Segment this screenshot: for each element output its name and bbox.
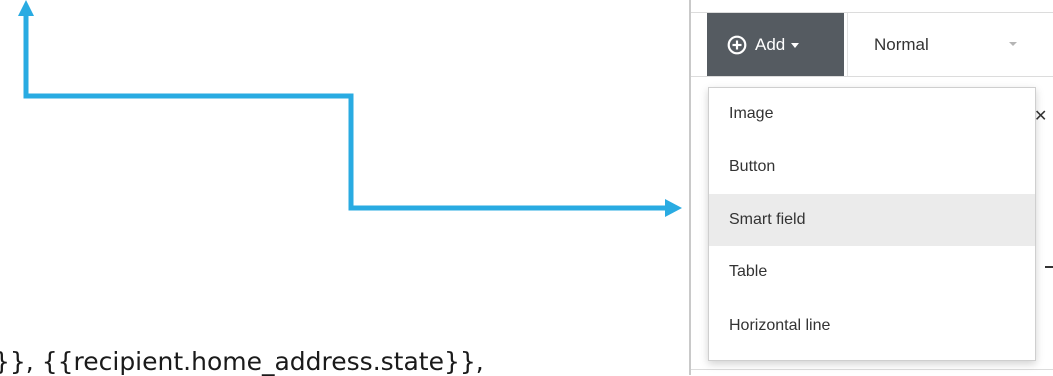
editor-toolbar: Add Normal bbox=[691, 12, 1053, 77]
add-button-label: Add bbox=[755, 34, 786, 54]
editor-panel: Add Normal ✕ Image Button Smart field Ta… bbox=[689, 0, 1053, 375]
menu-item-smart-field[interactable]: Smart field bbox=[709, 194, 1035, 246]
editor-divider bbox=[1045, 266, 1053, 268]
template-text: }}, {{recipient.home_address.state}}, bbox=[0, 347, 484, 376]
arrow-head-right-icon bbox=[665, 199, 682, 217]
add-menu-dropdown: Image Button Smart field Table Horizonta… bbox=[708, 87, 1036, 361]
paragraph-style-value: Normal bbox=[874, 34, 929, 54]
menu-item-image[interactable]: Image bbox=[709, 88, 1035, 140]
add-button[interactable]: Add bbox=[707, 13, 844, 76]
menu-item-horizontal-line[interactable]: Horizontal line bbox=[709, 300, 1035, 352]
caret-down-icon bbox=[791, 43, 800, 48]
chevron-down-icon bbox=[1009, 42, 1017, 46]
menu-item-button[interactable]: Button bbox=[709, 141, 1035, 193]
menu-item-table[interactable]: Table bbox=[709, 246, 1035, 298]
paragraph-style-select[interactable]: Normal bbox=[847, 13, 1037, 76]
close-icon: ✕ bbox=[1034, 108, 1048, 125]
arrow-head-up-icon bbox=[18, 0, 34, 16]
plus-circle-icon bbox=[727, 35, 747, 54]
editor-bottom-border bbox=[691, 369, 1053, 370]
